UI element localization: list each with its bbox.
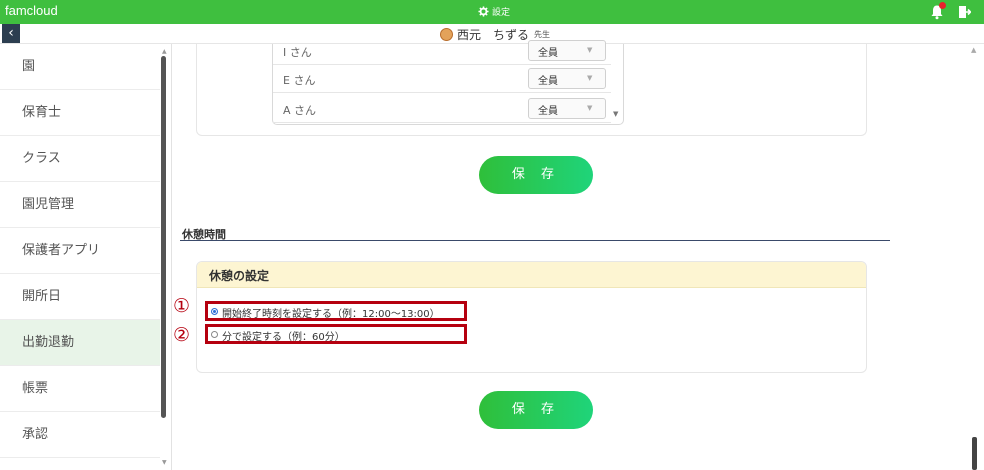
chevron-left-icon: ‹ bbox=[8, 25, 14, 41]
sidebar-item-label: 園 bbox=[22, 59, 36, 74]
gear-icon bbox=[478, 6, 489, 17]
sidebar-scroll-up-icon[interactable]: ▲ bbox=[162, 48, 167, 55]
sidebar-item-class[interactable]: クラス bbox=[0, 136, 160, 182]
sidebar-item-label: 帳票 bbox=[22, 381, 49, 396]
sidebar-item-label: 保育士 bbox=[22, 105, 62, 120]
sidebar-item-open-days[interactable]: 開所日 bbox=[0, 274, 160, 320]
sidebar-item-label: クラス bbox=[22, 151, 61, 166]
notification-badge bbox=[939, 2, 946, 9]
sidebar-item-approval[interactable]: 承認 bbox=[0, 412, 160, 458]
sidebar-item-attendance[interactable]: 出勤退勤 bbox=[0, 320, 160, 366]
save-button[interactable]: 保 存 bbox=[479, 391, 593, 429]
sidebar: 園 保育士 クラス 園児管理 保護者アプリ 開所日 出勤退勤 帳票 承認 bbox=[0, 44, 172, 470]
sidebar-item-label: 保護者アプリ bbox=[22, 243, 101, 258]
staff-name: E さん bbox=[283, 74, 316, 87]
radio-button[interactable] bbox=[211, 331, 218, 338]
radio-option-start-end[interactable]: 開始終了時刻を設定する（例：12:00〜13:00） bbox=[205, 301, 467, 321]
list-item: I さん 全員 ▼ bbox=[273, 38, 611, 65]
sidebar-item-hoikushi[interactable]: 保育士 bbox=[0, 90, 160, 136]
radio-button[interactable] bbox=[211, 308, 218, 315]
annotation-marker-1: ① bbox=[173, 295, 191, 317]
back-button[interactable]: ‹ bbox=[2, 24, 20, 43]
staff-name: I さん bbox=[283, 46, 312, 59]
radio-label: 開始終了時刻を設定する（例：12:00〜13:00） bbox=[222, 309, 440, 320]
staff-list: I さん 全員 ▼ E さん 全員 ▼ A さん 全員 ▼ ▼ bbox=[272, 40, 624, 125]
logout-icon[interactable] bbox=[958, 5, 971, 19]
radio-label: 分で設定する（例：60分） bbox=[222, 332, 345, 343]
settings-link[interactable]: 設定 bbox=[478, 5, 510, 18]
list-scroll-down-icon[interactable]: ▼ bbox=[613, 110, 618, 118]
brand-logo: famcloud bbox=[5, 3, 58, 18]
radio-option-minutes[interactable]: 分で設定する（例：60分） bbox=[205, 324, 467, 344]
staff-select[interactable]: 全員 ▼ bbox=[528, 98, 606, 119]
main-scrollbar[interactable] bbox=[972, 437, 977, 470]
sidebar-item-label: 開所日 bbox=[22, 289, 62, 304]
top-bar: famcloud 設定 bbox=[0, 0, 984, 24]
annotation-marker-2: ② bbox=[173, 324, 191, 346]
chevron-down-icon: ▼ bbox=[587, 46, 593, 54]
sidebar-item-forms[interactable]: 帳票 bbox=[0, 366, 160, 412]
list-item: E さん 全員 ▼ bbox=[273, 66, 611, 93]
main-scroll-up-icon[interactable]: ▲ bbox=[971, 46, 976, 54]
list-item: A さん 全員 ▼ bbox=[273, 96, 611, 123]
chevron-down-icon: ▼ bbox=[587, 74, 593, 82]
sidebar-item-label: 承認 bbox=[22, 427, 49, 442]
staff-select[interactable]: 全員 ▼ bbox=[528, 40, 606, 61]
sidebar-item-label: 出勤退勤 bbox=[22, 335, 75, 350]
staff-select[interactable]: 全員 ▼ bbox=[528, 68, 606, 89]
sidebar-item-label: 園児管理 bbox=[22, 197, 75, 212]
save-button[interactable]: 保 存 bbox=[479, 156, 593, 194]
sidebar-scroll-down-icon[interactable]: ▼ bbox=[162, 459, 167, 466]
staff-select-value: 全員 bbox=[538, 106, 558, 117]
sidebar-item-enji-kanri[interactable]: 園児管理 bbox=[0, 182, 160, 228]
sidebar-item-en[interactable]: 園 bbox=[0, 44, 160, 90]
chevron-down-icon: ▼ bbox=[587, 104, 593, 112]
settings-label: 設定 bbox=[492, 8, 511, 18]
card-header: 休憩の設定 bbox=[197, 262, 866, 288]
card-title: 休憩の設定 bbox=[209, 269, 270, 283]
staff-select-value: 全員 bbox=[538, 48, 558, 59]
sidebar-item-parent-app[interactable]: 保護者アプリ bbox=[0, 228, 160, 274]
sidebar-scrollbar[interactable] bbox=[161, 56, 166, 418]
section-divider bbox=[180, 240, 890, 241]
staff-select-value: 全員 bbox=[538, 76, 558, 87]
staff-name: A さん bbox=[283, 104, 317, 117]
